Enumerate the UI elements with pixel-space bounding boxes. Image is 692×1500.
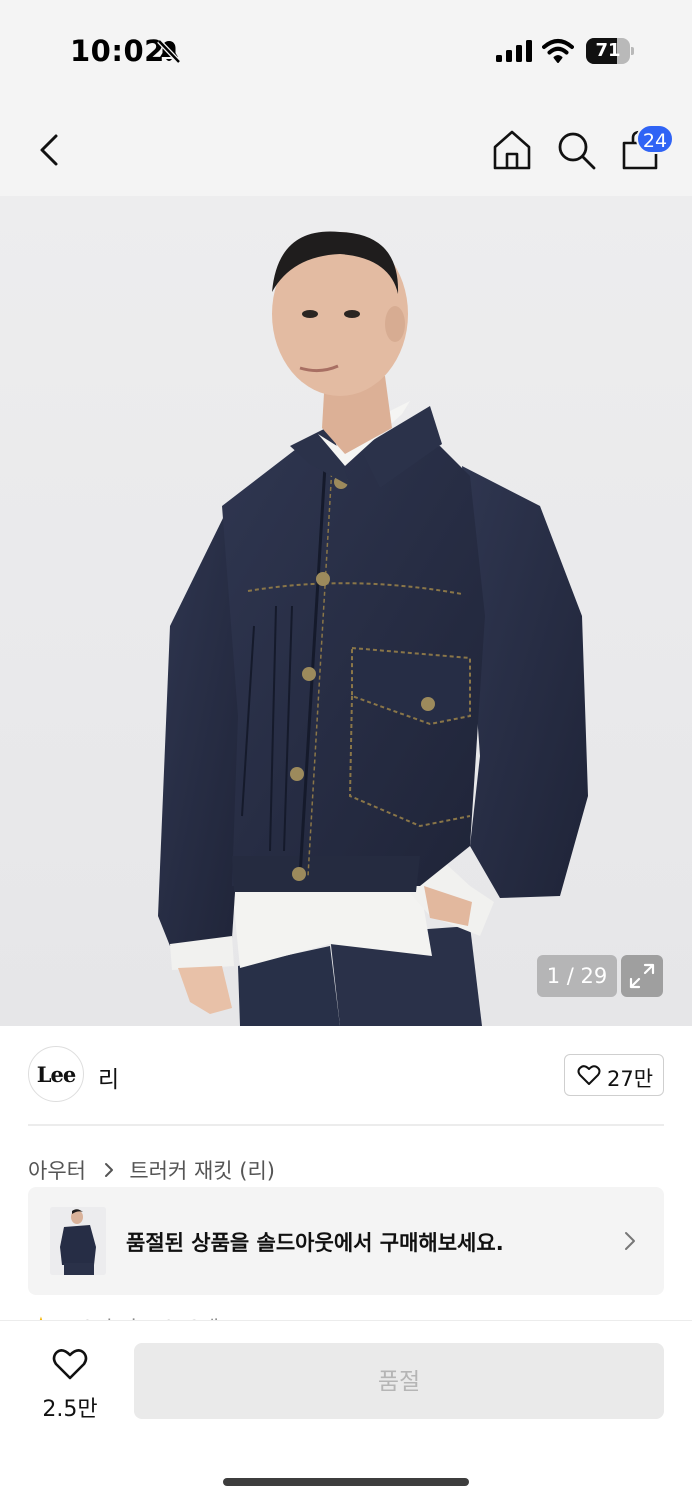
top-navigation	[0, 100, 692, 196]
wifi-icon	[542, 39, 574, 63]
bell-muted-icon	[157, 39, 181, 64]
wishlist-count: 2.5만	[42, 1397, 98, 1422]
image-counter: 1 / 29	[537, 955, 617, 997]
product-image[interactable]	[0, 196, 692, 1026]
breadcrumb-category[interactable]: 아우터	[28, 1155, 86, 1185]
search-icon[interactable]	[554, 128, 598, 172]
wishlist-button[interactable]: 2.5만	[20, 1341, 120, 1422]
chevron-right-icon	[625, 1232, 635, 1250]
brand-like-count: 27만	[607, 1067, 654, 1091]
brand-name[interactable]: 리	[98, 1060, 119, 1094]
breadcrumb: 아우터 트러커 재킷 (리)	[28, 1155, 275, 1185]
breadcrumb-product[interactable]: 트러커 재킷 (리)	[129, 1155, 275, 1185]
status-time: 10:02	[70, 34, 165, 68]
product-detail-page: 10:02 71 24 1 / 29 Lee 리 27만 아우터 트러커 재킷 …	[0, 0, 692, 1500]
home-icon[interactable]	[490, 128, 534, 172]
soldout-thumbnail	[50, 1207, 106, 1275]
brand-logo[interactable]: Lee	[28, 1046, 84, 1102]
soldout-banner-text: 품절된 상품을 솔드아웃에서 구매해보세요.	[126, 1231, 504, 1255]
battery-level: 71	[595, 40, 621, 61]
expand-icon[interactable]	[621, 955, 663, 997]
cart-count-badge: 24	[636, 124, 674, 154]
heart-icon	[52, 1349, 88, 1380]
home-indicator	[223, 1478, 469, 1486]
brand-like-button[interactable]: 27만	[564, 1054, 664, 1096]
battery-cap	[631, 47, 634, 55]
chevron-right-icon	[104, 1163, 113, 1177]
brand-row: Lee 리 27만	[0, 1026, 692, 1124]
back-icon[interactable]	[30, 130, 70, 170]
cellular-signal-icon	[496, 40, 532, 62]
heart-icon	[577, 1065, 601, 1085]
status-bar: 10:02 71	[0, 0, 692, 100]
product-photo	[158, 231, 588, 1026]
soldout-banner[interactable]: 품절된 상품을 솔드아웃에서 구매해보세요.	[28, 1187, 664, 1295]
battery-indicator: 71	[586, 38, 634, 64]
bottom-action-bar: 2.5만 품절	[0, 1320, 692, 1500]
battery-body: 71	[586, 38, 630, 64]
soldout-button[interactable]: 품절	[134, 1343, 664, 1419]
section-divider	[28, 1124, 664, 1126]
